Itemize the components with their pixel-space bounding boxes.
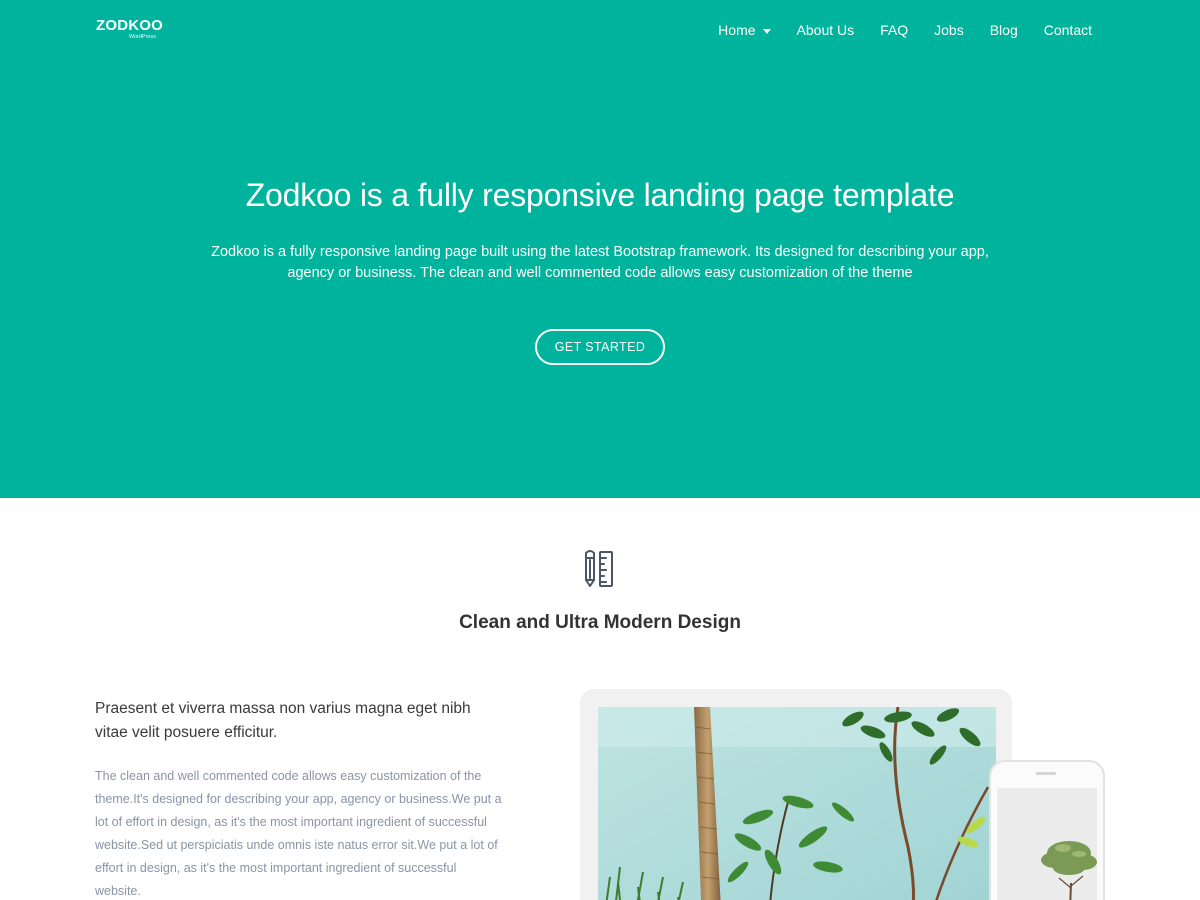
nav-item-home[interactable]: Home	[718, 20, 771, 40]
feature-body-text: The clean and well commented code allows…	[95, 769, 502, 898]
plant-image	[598, 707, 996, 900]
feature-lead-text: Praesent et viverra massa non varius mag…	[95, 700, 471, 741]
nav-item-blog[interactable]: Blog	[990, 20, 1018, 40]
logo-text: ZODKOO	[96, 17, 164, 34]
site-logo[interactable]: ZODKOO WordPress	[96, 17, 166, 41]
nav-item-faq[interactable]: FAQ	[880, 20, 908, 40]
tablet-mockup	[580, 689, 1012, 900]
nav-item-home-label: Home	[718, 22, 756, 38]
phone-speaker	[1036, 772, 1056, 775]
hero-section: ZODKOO WordPress Home About Us FAQ Jobs …	[0, 0, 1200, 498]
main-nav: Home About Us FAQ Jobs Blog Contact	[718, 20, 1092, 40]
logo-subtext: WordPress	[128, 34, 156, 40]
hero-description: Zodkoo is a fully responsive landing pag…	[200, 242, 1000, 284]
nav-item-about-us[interactable]: About Us	[797, 20, 855, 40]
phone-plant-image	[997, 788, 1097, 900]
nav-item-jobs[interactable]: Jobs	[934, 20, 964, 40]
get-started-button[interactable]: GET STARTED	[535, 329, 665, 365]
feature-title: Clean and Ultra Modern Design	[459, 612, 741, 633]
pencil-ruler-icon	[585, 550, 613, 587]
hero-description-line-2: agency or business. The clean and well c…	[287, 265, 913, 281]
hero-title: Zodkoo is a fully responsive landing pag…	[245, 177, 955, 213]
nav-item-contact[interactable]: Contact	[1044, 20, 1092, 40]
chevron-down-icon	[762, 28, 771, 34]
phone-mockup	[989, 760, 1105, 900]
hero-description-line-1: Zodkoo is a fully responsive landing pag…	[211, 244, 989, 260]
